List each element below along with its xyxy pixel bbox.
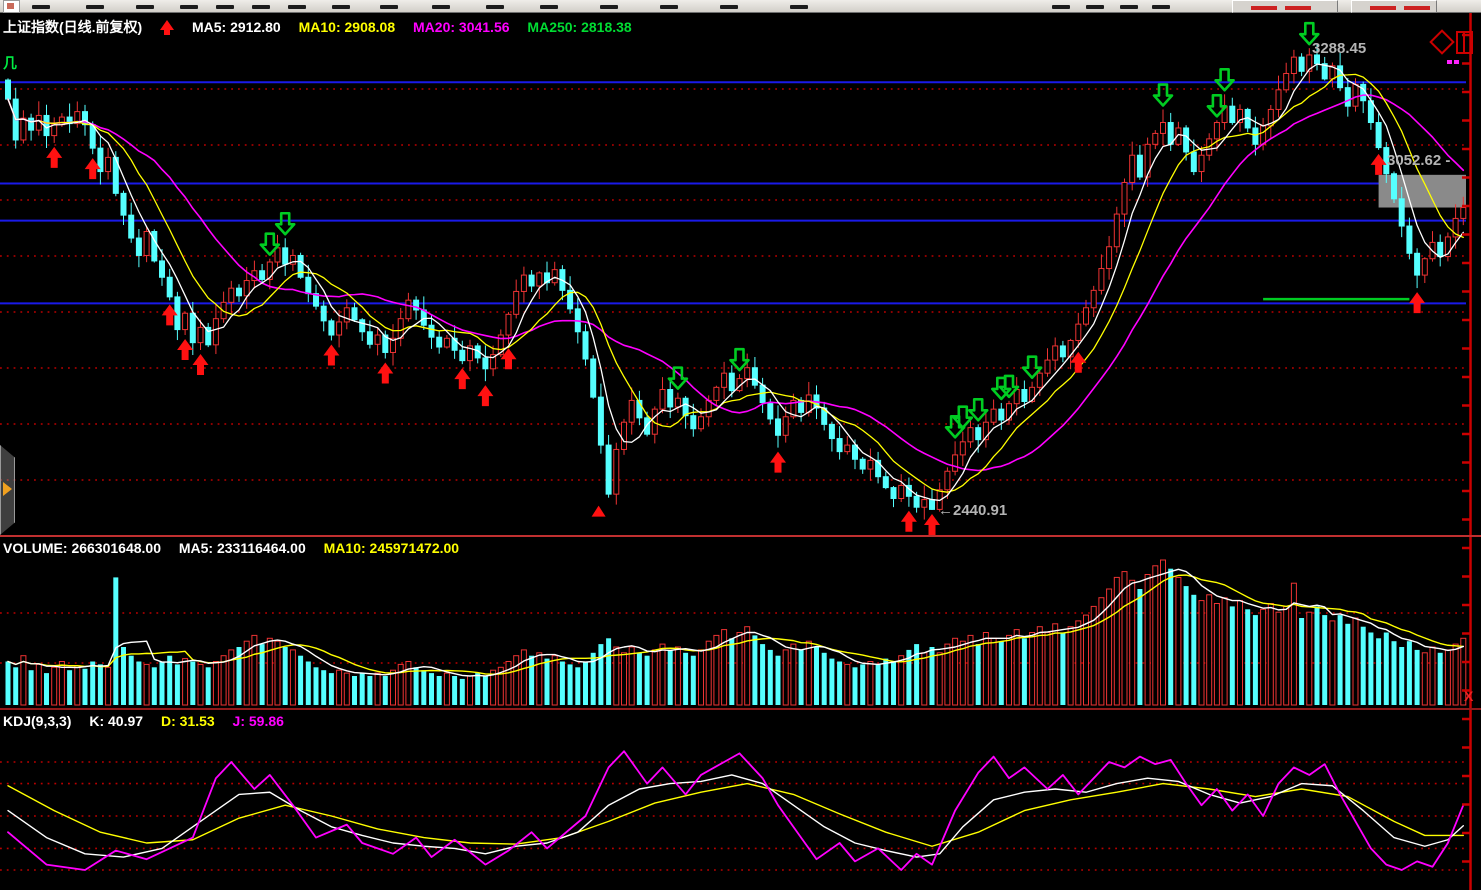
corner-glyph: 几 (3, 53, 17, 73)
kdj-d-value: D: 31.53 (161, 713, 215, 729)
chevron-right-icon (3, 482, 12, 496)
volume-header: VOLUME: 266301648.00 MA5: 233116464.00 M… (3, 540, 473, 556)
ma10-value: MA10: 2908.08 (299, 19, 396, 35)
axis-close-button[interactable]: X (1464, 688, 1473, 704)
symbol-title: 上证指数(日线.前复权) (3, 19, 142, 35)
main-chart-header: 上证指数(日线.前复权) MA5: 2912.80 MA10: 2908.08 … (3, 17, 646, 37)
volume-value: VOLUME: 266301648.00 (3, 540, 161, 556)
volume-ma10-value: MA10: 245971472.00 (324, 540, 459, 556)
peak-price-label: 3288.45 (1312, 40, 1366, 57)
ma20-value: MA20: 3041.56 (413, 19, 510, 35)
ma5-value: MA5: 2912.80 (192, 19, 281, 35)
kdj-header: KDJ(9,3,3) K: 40.97 D: 31.53 J: 59.86 (3, 713, 298, 729)
kdj-title: KDJ(9,3,3) (3, 713, 71, 729)
kdj-k-value: K: 40.97 (89, 713, 143, 729)
magenta-dot-icon (1447, 60, 1452, 64)
level-price-label: 3052.62 - (1387, 152, 1450, 169)
trough-price-label: ←2440.91 (938, 502, 1007, 519)
chart-canvas[interactable] (0, 0, 1481, 890)
pane-separator-main-volume[interactable] (0, 535, 1481, 537)
ma250-value: MA250: 2818.38 (527, 19, 631, 35)
trend-up-arrow-icon (160, 20, 174, 30)
sidebar-expand-handle[interactable] (0, 445, 15, 535)
window-panes-icon[interactable] (1456, 31, 1473, 54)
pane-separator-volume-kdj[interactable] (0, 708, 1481, 710)
volume-ma5-value: MA5: 233116464.00 (179, 540, 306, 556)
kdj-j-value: J: 59.86 (233, 713, 284, 729)
magenta-dot-icon (1454, 60, 1459, 64)
